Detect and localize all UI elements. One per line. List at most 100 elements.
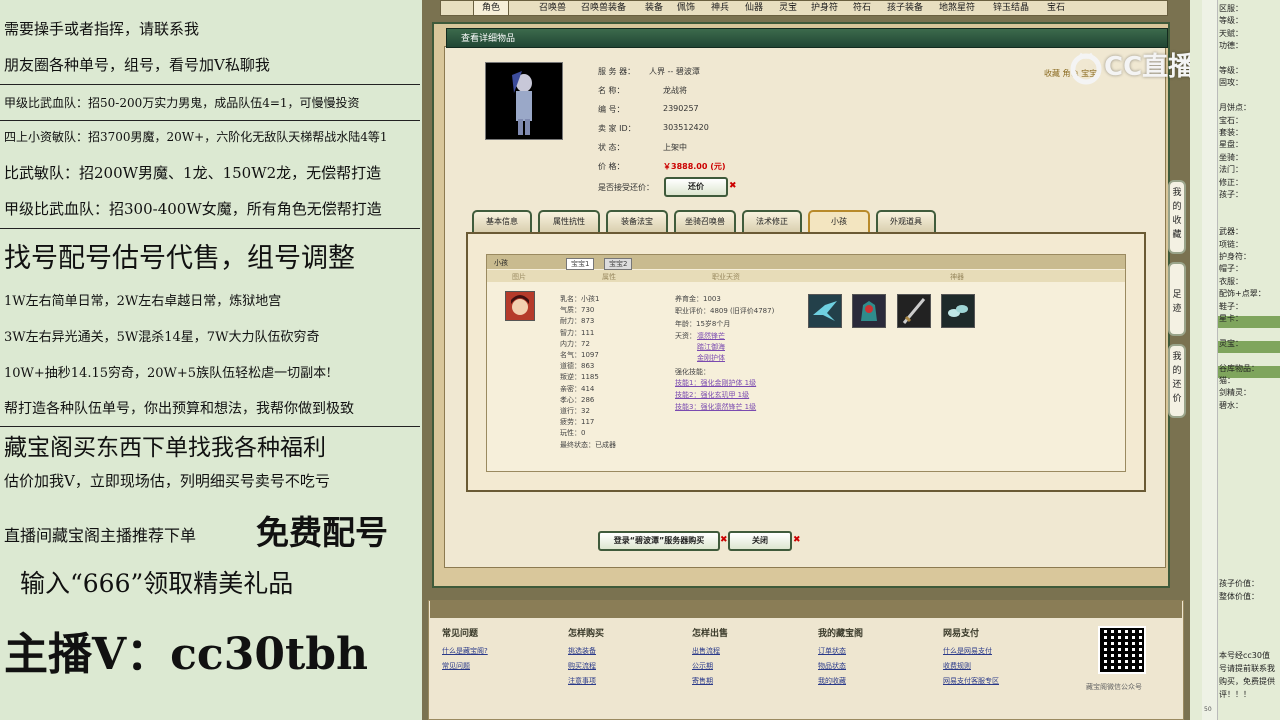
child-stat: 智力：111 xyxy=(560,328,595,337)
side-tab-favorites[interactable]: 我的收藏 xyxy=(1168,180,1186,254)
bargain-button[interactable]: 还价 xyxy=(664,177,728,197)
footer-link[interactable]: 常见问题 xyxy=(442,661,470,671)
field-price-value: ￥3888.00 (元) xyxy=(663,162,726,171)
right-label: 星盘： xyxy=(1219,140,1243,150)
footer-link[interactable]: 收费规则 xyxy=(943,661,971,671)
right-label: 鞋子： xyxy=(1219,301,1243,311)
right-label: 区服： xyxy=(1219,4,1243,13)
total-value-label: 整体价值： xyxy=(1219,592,1259,601)
tab-child-equip[interactable]: 孩子装备 xyxy=(887,1,923,15)
buy-button[interactable]: 登录“碧波潭”服务器购买 xyxy=(598,531,720,551)
tab-summon[interactable]: 召唤兽 xyxy=(539,1,566,15)
right-label: 护身符： xyxy=(1219,252,1251,261)
field-price-label: 价 格： xyxy=(598,162,625,171)
side-tab-history[interactable]: 足迹 xyxy=(1168,262,1186,336)
right-label: 衣服： xyxy=(1219,276,1243,286)
overlay-line: 甲级比武血队：招300-400W女魔，所有角色无偿帮打造 xyxy=(4,200,382,218)
tab-rune[interactable]: 符石 xyxy=(853,1,871,15)
child-stat: 名气：1097 xyxy=(560,351,599,359)
tab-jade[interactable]: 锌玉结晶 xyxy=(993,1,1029,15)
footer-link[interactable]: 注意事项 xyxy=(568,676,596,686)
tab-character[interactable]: 角色 xyxy=(473,1,510,15)
tab-gem[interactable]: 宝石 xyxy=(1047,1,1065,15)
artifact-bird-icon[interactable] xyxy=(808,294,842,328)
field-status-value: 上架中 xyxy=(663,143,687,152)
qr-code xyxy=(1098,626,1146,674)
footer-link[interactable]: 挑选装备 xyxy=(568,646,596,656)
child-stat: 乳名：小孩1 xyxy=(560,295,600,303)
field-name-label: 名 称： xyxy=(598,86,625,95)
col-header-talent: 职业天资 xyxy=(712,273,740,281)
overlay-contact: 主播V：cc30tbh xyxy=(4,629,369,680)
baby1-tab[interactable]: 宝宝1 xyxy=(566,258,595,270)
talent-link[interactable]: 凛然锋芒 xyxy=(697,331,725,341)
right-label: 灵宝： xyxy=(1219,338,1243,348)
overlay-line: 输入“666”领取精美礼品 xyxy=(20,569,294,598)
child-info: 养育金：1003 xyxy=(675,295,721,303)
right-label: 宝石： xyxy=(1219,115,1243,125)
child-col-headers xyxy=(487,270,1125,282)
child-stat: 叛逆：1185 xyxy=(560,373,599,382)
overlay-text-panel: 需要操手或者指挥，请联系我 朋友圈各种单号，组号，看号加Ⅴ私聊我 甲级比武血队：… xyxy=(0,0,422,720)
field-id-value: 2390257 xyxy=(663,104,699,113)
right-label: 星卡： xyxy=(1219,314,1243,323)
subtab-child[interactable]: 小孩 xyxy=(808,210,870,232)
talent-link[interactable]: 踏江御海 xyxy=(697,342,725,352)
close-x-icon: ✖ xyxy=(729,181,737,191)
side-tab-bargain[interactable]: 我的还价 xyxy=(1168,344,1186,418)
field-status-label: 状 态： xyxy=(598,143,625,152)
artifact-armor-icon[interactable] xyxy=(852,294,886,328)
close-x-icon: ✖ xyxy=(720,535,728,545)
child-info: 职业评价：4809 (旧评价4787) xyxy=(675,307,775,316)
subtab-basic[interactable]: 基本信息 xyxy=(472,210,532,232)
footer-link[interactable]: 寄售期 xyxy=(692,676,713,686)
skill-link[interactable]: 技能1：强化金刚护体 1级 xyxy=(675,378,756,388)
footer-heading: 网易支付 xyxy=(943,629,980,639)
tab-summon-equip[interactable]: 召唤兽装备 xyxy=(581,1,626,15)
footer-link[interactable]: 什么是网易支付 xyxy=(943,646,992,656)
footer-heading: 我的藏宝阁 xyxy=(818,629,864,639)
footer-link[interactable]: 公示期 xyxy=(692,661,713,671)
skill-link[interactable]: 技能2：强化玄玑甲 1级 xyxy=(675,390,749,400)
artifact-boots-icon[interactable] xyxy=(941,294,975,328)
child-stat: 道德：863 xyxy=(560,362,595,371)
tab-equipment[interactable]: 装备 xyxy=(645,1,663,15)
field-seller-value: 303512420 xyxy=(663,123,709,132)
right-label: 天赋： xyxy=(1219,28,1243,38)
child-stat: 耐力：873 xyxy=(560,317,595,326)
artifact-sword-icon[interactable] xyxy=(897,294,931,328)
overlay-line: 3W左右异光通关，5W混杀14星，7W大力队伍砍穷奇 xyxy=(4,330,320,345)
child-stat: 气质：730 xyxy=(560,306,595,315)
right-label: 月饼点： xyxy=(1219,103,1251,113)
right-label: 剑精灵： xyxy=(1219,388,1251,398)
footer-link[interactable]: 订单状态 xyxy=(818,646,846,656)
footer-link[interactable]: 网易支付客服专区 xyxy=(943,676,999,686)
footer-link[interactable]: 我的收藏 xyxy=(818,676,846,686)
tab-divine-weapon[interactable]: 神兵 xyxy=(711,1,729,15)
talent-link[interactable]: 金刚护体 xyxy=(697,353,725,363)
tab-amulet[interactable]: 护身符 xyxy=(811,1,838,15)
right-label: 谷库物品： xyxy=(1219,363,1259,373)
footer-link[interactable]: 出售流程 xyxy=(692,646,720,656)
note-line: 购买，免费提供 xyxy=(1219,677,1275,686)
footer-link[interactable]: 物品状态 xyxy=(818,661,846,671)
subtab-attributes[interactable]: 属性抗性 xyxy=(538,210,600,232)
tab-spirit-treasure[interactable]: 灵宝 xyxy=(779,1,797,15)
close-x-icon: ✖ xyxy=(793,535,801,545)
tab-star-rune[interactable]: 地煞星符 xyxy=(939,1,975,15)
subtab-mount[interactable]: 坐骑召唤兽 xyxy=(674,210,736,232)
footer-link[interactable]: 什么是藏宝阁? xyxy=(442,646,488,656)
subtab-spell[interactable]: 法术修正 xyxy=(742,210,802,232)
tab-immortal-item[interactable]: 仙器 xyxy=(745,1,763,15)
skill-link[interactable]: 技能3：强化凛然锋芒 1级 xyxy=(675,402,756,412)
subtab-appearance[interactable]: 外观道具 xyxy=(876,210,936,232)
subtab-equip[interactable]: 装备法宝 xyxy=(606,210,668,232)
close-button[interactable]: 关闭 xyxy=(728,531,792,551)
child-info: 天资： xyxy=(675,331,696,340)
overlay-heading: 找号配号估号代售，组号调整 xyxy=(4,243,355,274)
overlay-line: 帮打造各种队伍单号，你出预算和想法，我帮你做到极致 xyxy=(4,401,354,417)
tab-accessory[interactable]: 佩饰 xyxy=(677,1,695,15)
child-value-label: 孩子价值： xyxy=(1219,579,1259,588)
baby2-tab[interactable]: 宝宝2 xyxy=(604,258,633,270)
footer-link[interactable]: 购买流程 xyxy=(568,661,596,671)
